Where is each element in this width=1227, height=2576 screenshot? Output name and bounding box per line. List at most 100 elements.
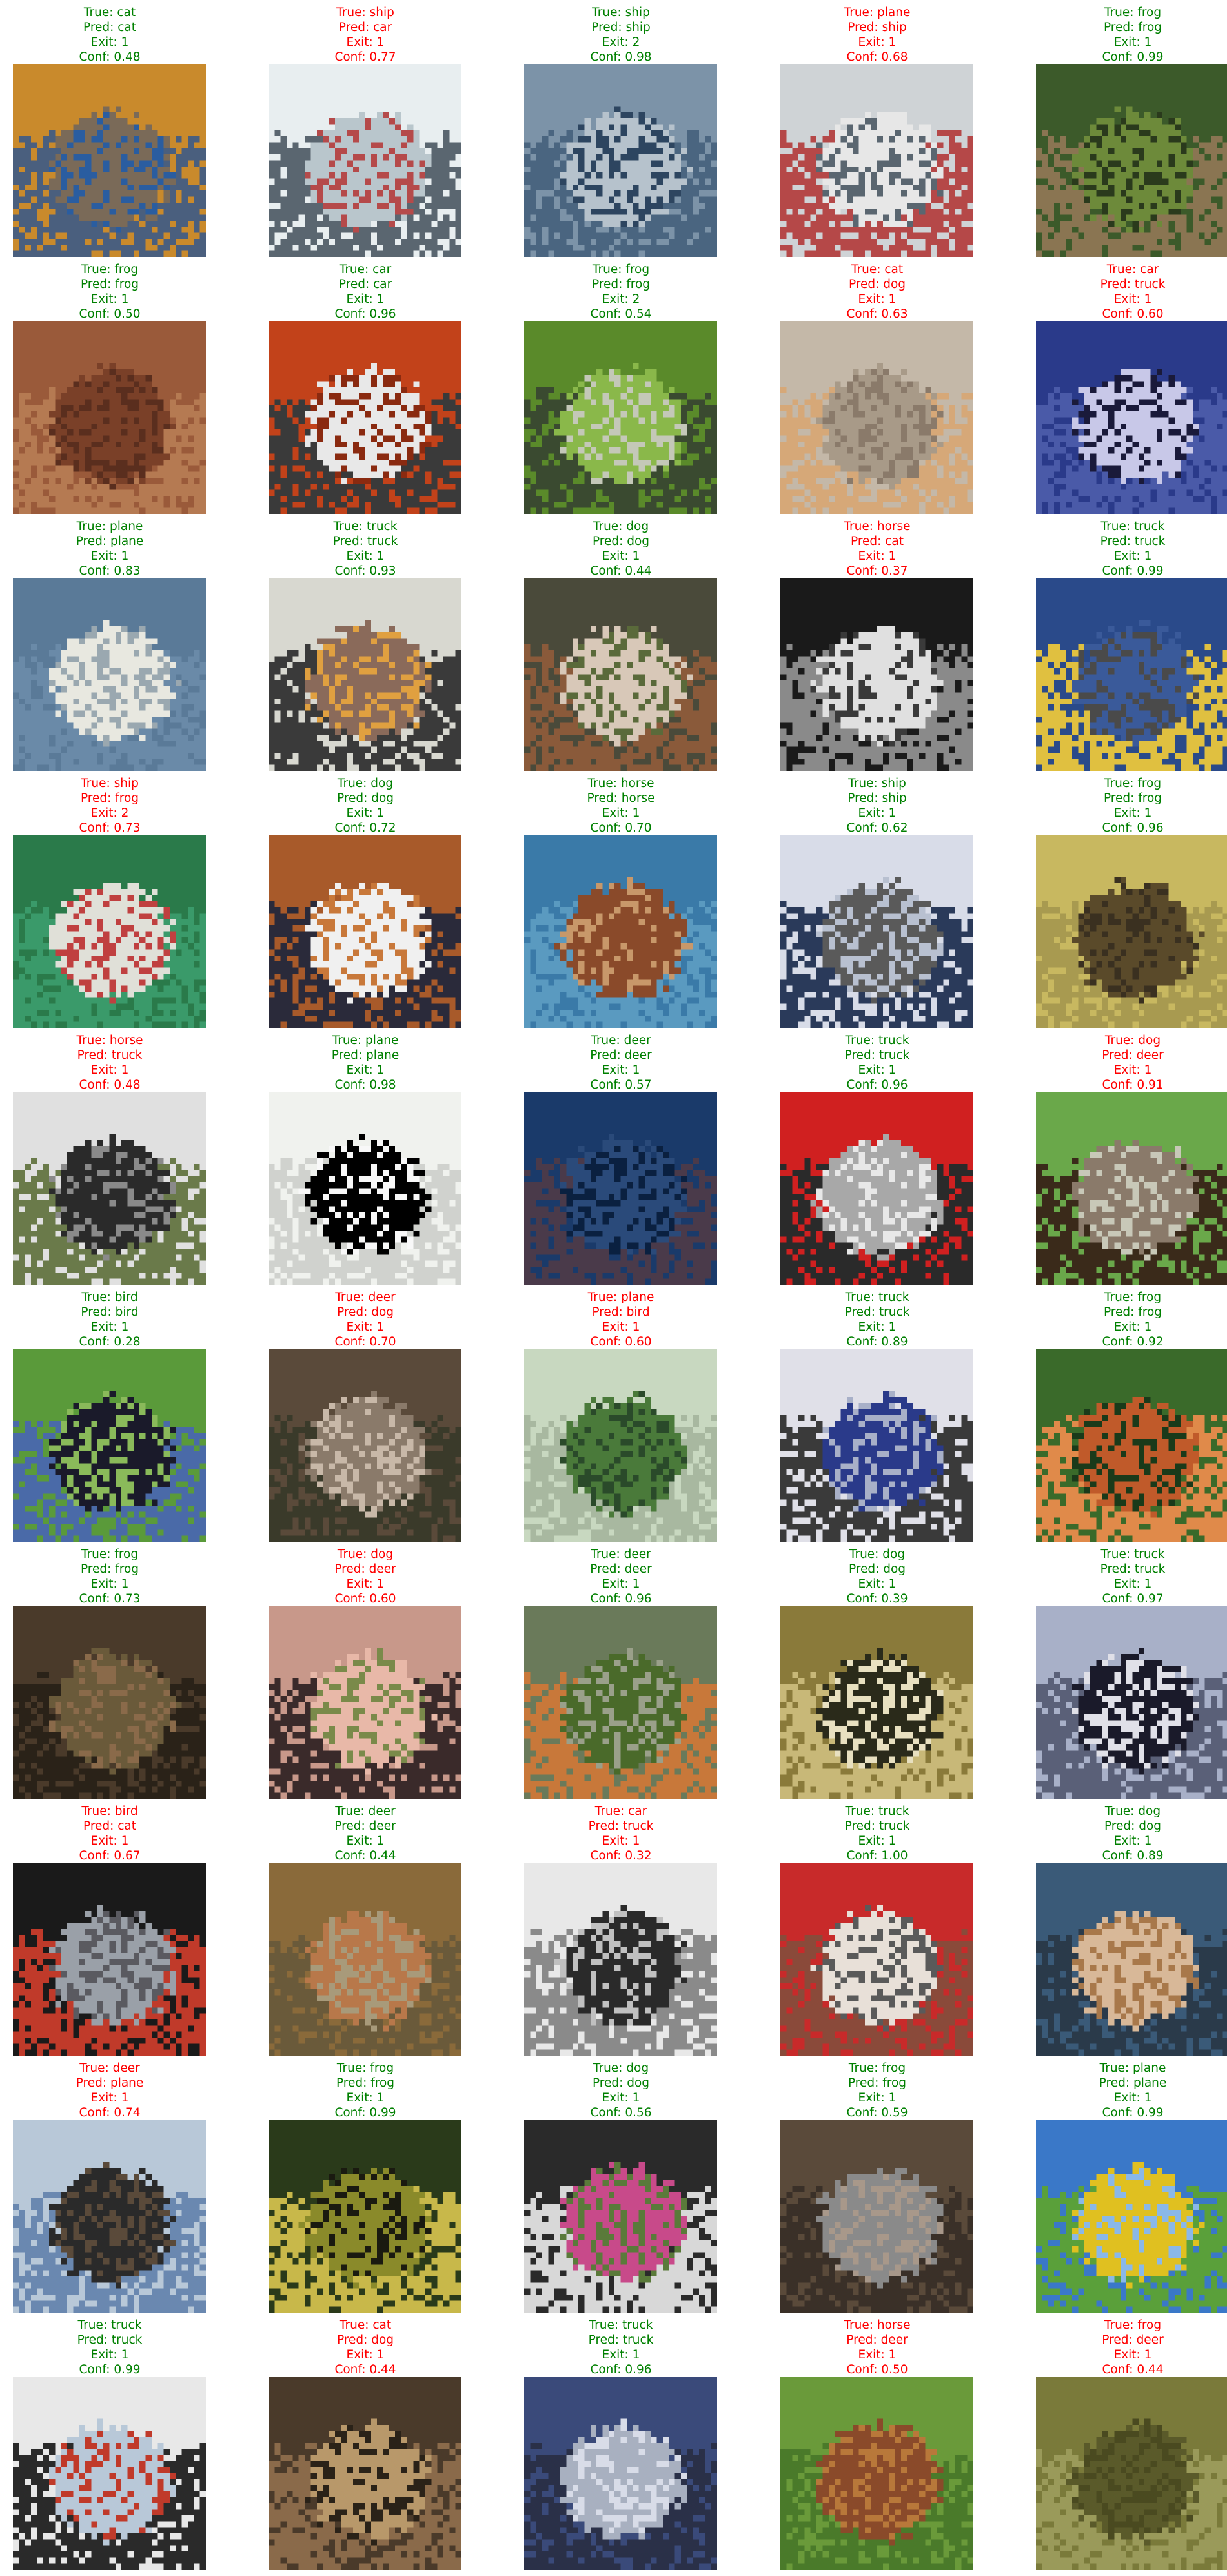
pred-label: Pred: frog [1023,1305,1227,1320]
exit-label: Exit: 1 [1023,549,1227,564]
conf-label: Conf: 0.44 [1023,2362,1227,2377]
exit-label: Exit: 1 [256,2347,475,2362]
exit-label: Exit: 1 [767,1063,987,1078]
pred-label: Pred: plane [256,1048,475,1063]
true-label: True: frog [0,1547,219,1562]
exit-label: Exit: 1 [0,1320,219,1334]
conf-label: Conf: 0.96 [511,2362,731,2377]
exit-label: Exit: 2 [511,292,731,307]
prediction-caption: True: car Pred: truck Exit: 1 Conf: 0.32 [511,1804,731,1863]
true-label: True: plane [1023,2061,1227,2076]
yellow-biplane-image [1036,2120,1227,2313]
prediction-cell: True: frog Pred: frog Exit: 1 Conf: 0.99 [256,2056,475,2313]
pred-label: Pred: truck [511,2333,731,2347]
blue-truck-image [1036,578,1227,771]
prediction-caption: True: deer Pred: deer Exit: 1 Conf: 0.57 [511,1033,731,1092]
sample-image [524,1349,717,1542]
true-label: True: truck [767,1033,987,1048]
deer-antlers-sky-image [13,2120,206,2313]
white-horse-dark-bg-image [780,578,973,771]
prediction-cell: True: dog Pred: dog Exit: 1 Conf: 0.56 [511,2056,731,2313]
prediction-caption: True: truck Pred: truck Exit: 1 Conf: 0.89 [767,1290,987,1349]
true-label: True: frog [0,262,219,277]
true-label: True: horse [511,776,731,791]
prediction-caption: True: truck Pred: truck Exit: 1 Conf: 0.97 [1023,1547,1227,1606]
prediction-cell: True: horse Pred: deer Exit: 1 Conf: 0.50 [767,2313,987,2570]
conf-label: Conf: 0.50 [0,307,219,322]
true-label: True: frog [767,2061,987,2076]
true-label: True: car [511,1804,731,1819]
true-label: True: deer [256,1290,475,1305]
blue-white-truck-image [780,1349,973,1542]
boat-green-water-image [13,835,206,1028]
true-label: True: plane [511,1290,731,1305]
pred-label: Pred: dog [1023,1819,1227,1834]
prediction-caption: True: plane Pred: plane Exit: 1 Conf: 0.83 [0,519,219,578]
prediction-caption: True: dog Pred: dog Exit: 1 Conf: 0.44 [511,519,731,578]
conf-label: Conf: 0.89 [767,1334,987,1349]
true-label: True: ship [767,776,987,791]
conf-label: Conf: 0.60 [256,1591,475,1606]
prediction-caption: True: ship Pred: ship Exit: 2 Conf: 0.98 [511,5,731,65]
true-label: True: deer [0,2061,219,2076]
conf-label: Conf: 0.37 [767,564,987,578]
true-label: True: plane [767,5,987,20]
pred-label: Pred: plane [0,2076,219,2090]
white-boat-image [269,64,461,257]
conf-label: Conf: 0.44 [256,2362,475,2377]
true-label: True: frog [511,262,731,277]
sample-image [13,321,206,514]
true-label: True: truck [0,2318,219,2333]
red-fire-truck-image [780,1092,973,1285]
cat-on-blue-cloth-image [13,64,206,257]
dark-frog-image [13,1606,206,1799]
prediction-cell: True: frog Pred: deer Exit: 1 Conf: 0.44 [1023,2313,1227,2570]
silver-truck-image [524,2377,717,2570]
conf-label: Conf: 0.70 [256,1334,475,1349]
true-label: True: dog [1023,1804,1227,1819]
exit-label: Exit: 1 [511,549,731,564]
sample-image [1036,1092,1227,1285]
conf-label: Conf: 0.91 [1023,1078,1227,1092]
true-label: True: cat [767,262,987,277]
prediction-caption: True: car Pred: truck Exit: 1 Conf: 0.60 [1023,262,1227,322]
pred-label: Pred: ship [767,791,987,806]
exit-label: Exit: 1 [1023,1063,1227,1078]
exit-label: Exit: 1 [1023,806,1227,821]
sample-image [1036,2120,1227,2313]
sample-image [13,64,206,257]
pred-label: Pred: dog [767,1562,987,1577]
exit-label: Exit: 1 [767,549,987,564]
pred-label: Pred: truck [0,2333,219,2347]
conf-label: Conf: 0.77 [256,50,475,65]
prediction-cell: True: horse Pred: truck Exit: 1 Conf: 0.48 [0,1028,219,1285]
conf-label: Conf: 0.63 [767,307,987,322]
conf-label: Conf: 0.68 [767,50,987,65]
prediction-cell: True: bird Pred: cat Exit: 1 Conf: 0.67 [0,1799,219,2056]
prediction-caption: True: frog Pred: frog Exit: 1 Conf: 0.96 [1023,776,1227,835]
sample-image [524,64,717,257]
conf-label: Conf: 0.48 [0,1078,219,1092]
pred-label: Pred: bird [511,1305,731,1320]
prediction-caption: True: plane Pred: plane Exit: 1 Conf: 0.99 [1023,2061,1227,2120]
prediction-caption: True: dog Pred: dog Exit: 1 Conf: 0.56 [511,2061,731,2120]
conf-label: Conf: 0.83 [0,564,219,578]
true-label: True: cat [0,5,219,20]
true-label: True: frog [1023,5,1227,20]
prediction-cell: True: dog Pred: dog Exit: 1 Conf: 0.39 [767,1542,987,1799]
conf-label: Conf: 0.57 [511,1078,731,1092]
sample-image [780,64,973,257]
prediction-caption: True: cat Pred: dog Exit: 1 Conf: 0.44 [256,2318,475,2377]
true-label: True: truck [1023,519,1227,534]
sample-image [13,2377,206,2570]
conf-label: Conf: 0.44 [511,564,731,578]
prediction-cell: True: cat Pred: dog Exit: 1 Conf: 0.63 [767,257,987,514]
prediction-caption: True: frog Pred: frog Exit: 1 Conf: 0.99 [256,2061,475,2120]
prediction-caption: True: ship Pred: car Exit: 1 Conf: 0.77 [256,5,475,65]
true-label: True: plane [256,1033,475,1048]
prediction-caption: True: deer Pred: deer Exit: 1 Conf: 0.44 [256,1804,475,1863]
conf-label: Conf: 0.99 [0,2362,219,2377]
sample-image [269,835,461,1028]
prediction-grid: True: cat Pred: cat Exit: 1 Conf: 0.48 True:… [0,0,1227,2576]
prediction-cell: True: truck Pred: truck Exit: 1 Conf: 1.00 [767,1799,987,2056]
